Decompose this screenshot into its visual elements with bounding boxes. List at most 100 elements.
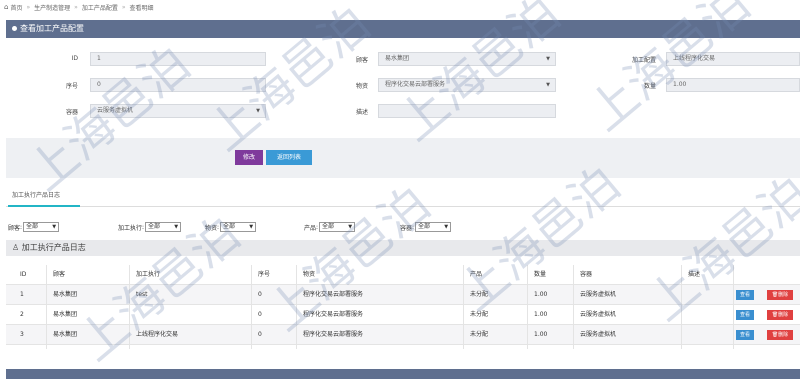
home-icon[interactable]: ⌂ (4, 3, 8, 11)
action-bar: 修改 返回列表 (6, 138, 800, 178)
filter-value: 全部 (148, 223, 161, 230)
cell-qty: 1.00 (534, 291, 548, 298)
id-field[interactable]: 1 (90, 52, 266, 66)
cell-customer: 易水集团 (53, 311, 78, 318)
delete-button[interactable]: 🗑删除 (767, 330, 793, 340)
col-header-qty[interactable]: 数量 (534, 265, 546, 285)
info-icon (12, 26, 17, 31)
log-section-title: 加工执行产品日志 (21, 243, 86, 252)
chevron-down-icon: ▼ (249, 224, 254, 230)
seq-field[interactable]: 0 (90, 78, 266, 92)
cell-seq: 0 (258, 311, 262, 318)
cell-qty: 1.00 (534, 311, 548, 318)
breadcrumb-config[interactable]: 加工产品配置 (82, 3, 118, 12)
cell-container: 云服务虚拟机 (580, 291, 617, 298)
filter-material-select[interactable]: 全部 ▼ (220, 222, 257, 232)
customer-value: 易水集团 (385, 55, 410, 62)
breadcrumb-separator: » (26, 3, 31, 11)
config-label: 加工配置 (631, 57, 656, 64)
col-header-exec[interactable]: 加工执行 (136, 265, 160, 285)
filter-value: 全部 (322, 223, 335, 230)
cell-seq: 0 (258, 331, 262, 338)
chevron-down-icon: ▼ (256, 108, 260, 114)
delete-label: 删除 (778, 312, 789, 318)
chevron-down-icon: ▼ (174, 224, 179, 230)
customer-label: 顾客 (355, 57, 368, 64)
desc-label: 描述 (355, 109, 368, 116)
tab-execution-log[interactable]: 加工执行产品日志 (12, 190, 60, 199)
column-divider (296, 265, 297, 349)
delete-button[interactable]: 🗑删除 (767, 290, 793, 300)
column-divider (129, 265, 130, 349)
cell-product: 未分配 (470, 331, 489, 338)
col-header-customer[interactable]: 顾客 (53, 265, 65, 285)
product-label: 物资 (355, 83, 368, 90)
col-header-product[interactable]: 产品 (470, 265, 482, 285)
delete-label: 删除 (778, 292, 789, 298)
column-divider (46, 265, 47, 349)
col-header-id[interactable]: ID (20, 265, 26, 285)
cell-customer: 易水集团 (53, 331, 78, 338)
filter-product-select[interactable]: 全部 ▼ (319, 222, 356, 232)
qty-field[interactable]: 1.00 (666, 78, 800, 92)
filter-value: 全部 (418, 223, 431, 230)
customer-select[interactable]: 易水集团 ▼ (378, 52, 556, 66)
back-to-list-button[interactable]: 返回列表 (266, 150, 312, 165)
view-button[interactable]: 查看 (736, 290, 754, 300)
delete-button[interactable]: 🗑删除 (767, 310, 793, 320)
column-divider (251, 265, 252, 349)
filter-value: 全部 (223, 223, 236, 230)
cell-seq: 0 (258, 291, 262, 298)
product-select[interactable]: 程序化交易云部署服务 ▼ (378, 78, 556, 92)
tab-active-indicator (8, 205, 80, 207)
filter-customer-select[interactable]: 全部 ▼ (23, 222, 60, 232)
filter-container-select[interactable]: 全部 ▼ (415, 222, 452, 232)
filter-label: 加工执行 (118, 224, 143, 232)
breadcrumb-separator: » (121, 3, 126, 11)
container-select[interactable]: 云服务虚拟机 ▼ (90, 104, 266, 118)
view-button[interactable]: 查看 (736, 330, 754, 340)
footer-bar (6, 369, 800, 379)
cell-qty: 1.00 (534, 331, 548, 338)
col-header-material[interactable]: 物资 (303, 265, 315, 285)
detail-form: ID 1 序号 0 容器 云服务虚拟机 ▼ 顾客 易水集团 ▼ 物资 程序化交易云部… (6, 38, 800, 138)
filter-label: 顾客 (8, 224, 21, 232)
filter-label: 物资 (205, 224, 218, 232)
cell-material: 程序化交易云部署服务 (303, 331, 364, 338)
filter-material: 物资: 全部 ▼ (205, 222, 257, 232)
container-value: 云服务虚拟机 (97, 107, 134, 114)
cell-exec: 上线程序化交易 (136, 331, 179, 338)
cell-id: 2 (20, 311, 24, 318)
product-value: 程序化交易云部署服务 (385, 81, 446, 88)
cell-id: 3 (20, 331, 24, 338)
filter-customer: 顾客: 全部 ▼ (8, 222, 60, 232)
col-header-container[interactable]: 容器 (580, 265, 592, 285)
delete-label: 删除 (778, 332, 789, 338)
filter-label: 产品 (304, 224, 317, 232)
config-field[interactable]: 上线程序化交易 (666, 52, 800, 66)
filter-exec-select[interactable]: 全部 ▼ (145, 222, 182, 232)
container-label: 容器 (65, 109, 78, 116)
cell-container: 云服务虚拟机 (580, 331, 617, 338)
cell-customer: 易水集团 (53, 291, 78, 298)
col-header-desc[interactable]: 描述 (688, 265, 700, 285)
chevron-down-icon: ▼ (444, 224, 449, 230)
view-button[interactable]: 查看 (736, 310, 754, 320)
filter-exec: 加工执行: 全部 ▼ (118, 222, 182, 232)
breadcrumb-current: 查看明细 (129, 4, 154, 12)
filter-product: 产品: 全部 ▼ (304, 222, 356, 232)
breadcrumb-home[interactable]: 首页 (10, 3, 22, 12)
breadcrumb-production[interactable]: 生产制造管理 (34, 3, 70, 12)
column-divider (681, 265, 682, 349)
panel-header: 查看加工产品配置 (6, 20, 800, 38)
chevron-down-icon: ▼ (546, 56, 550, 62)
col-header-seq[interactable]: 序号 (258, 265, 270, 285)
modify-button[interactable]: 修改 (235, 150, 263, 165)
filter-bar: 顾客: 全部 ▼ 加工执行: 全部 ▼ 物资: 全部 ▼ 产品: 全部 ▼ 容器: 全部… (8, 222, 798, 238)
tab-divider (6, 206, 800, 207)
cell-product: 未分配 (470, 291, 489, 298)
user-icon: ♙ (12, 243, 20, 252)
breadcrumb-separator: » (74, 3, 78, 11)
column-divider (573, 265, 574, 349)
desc-field[interactable] (378, 104, 556, 118)
